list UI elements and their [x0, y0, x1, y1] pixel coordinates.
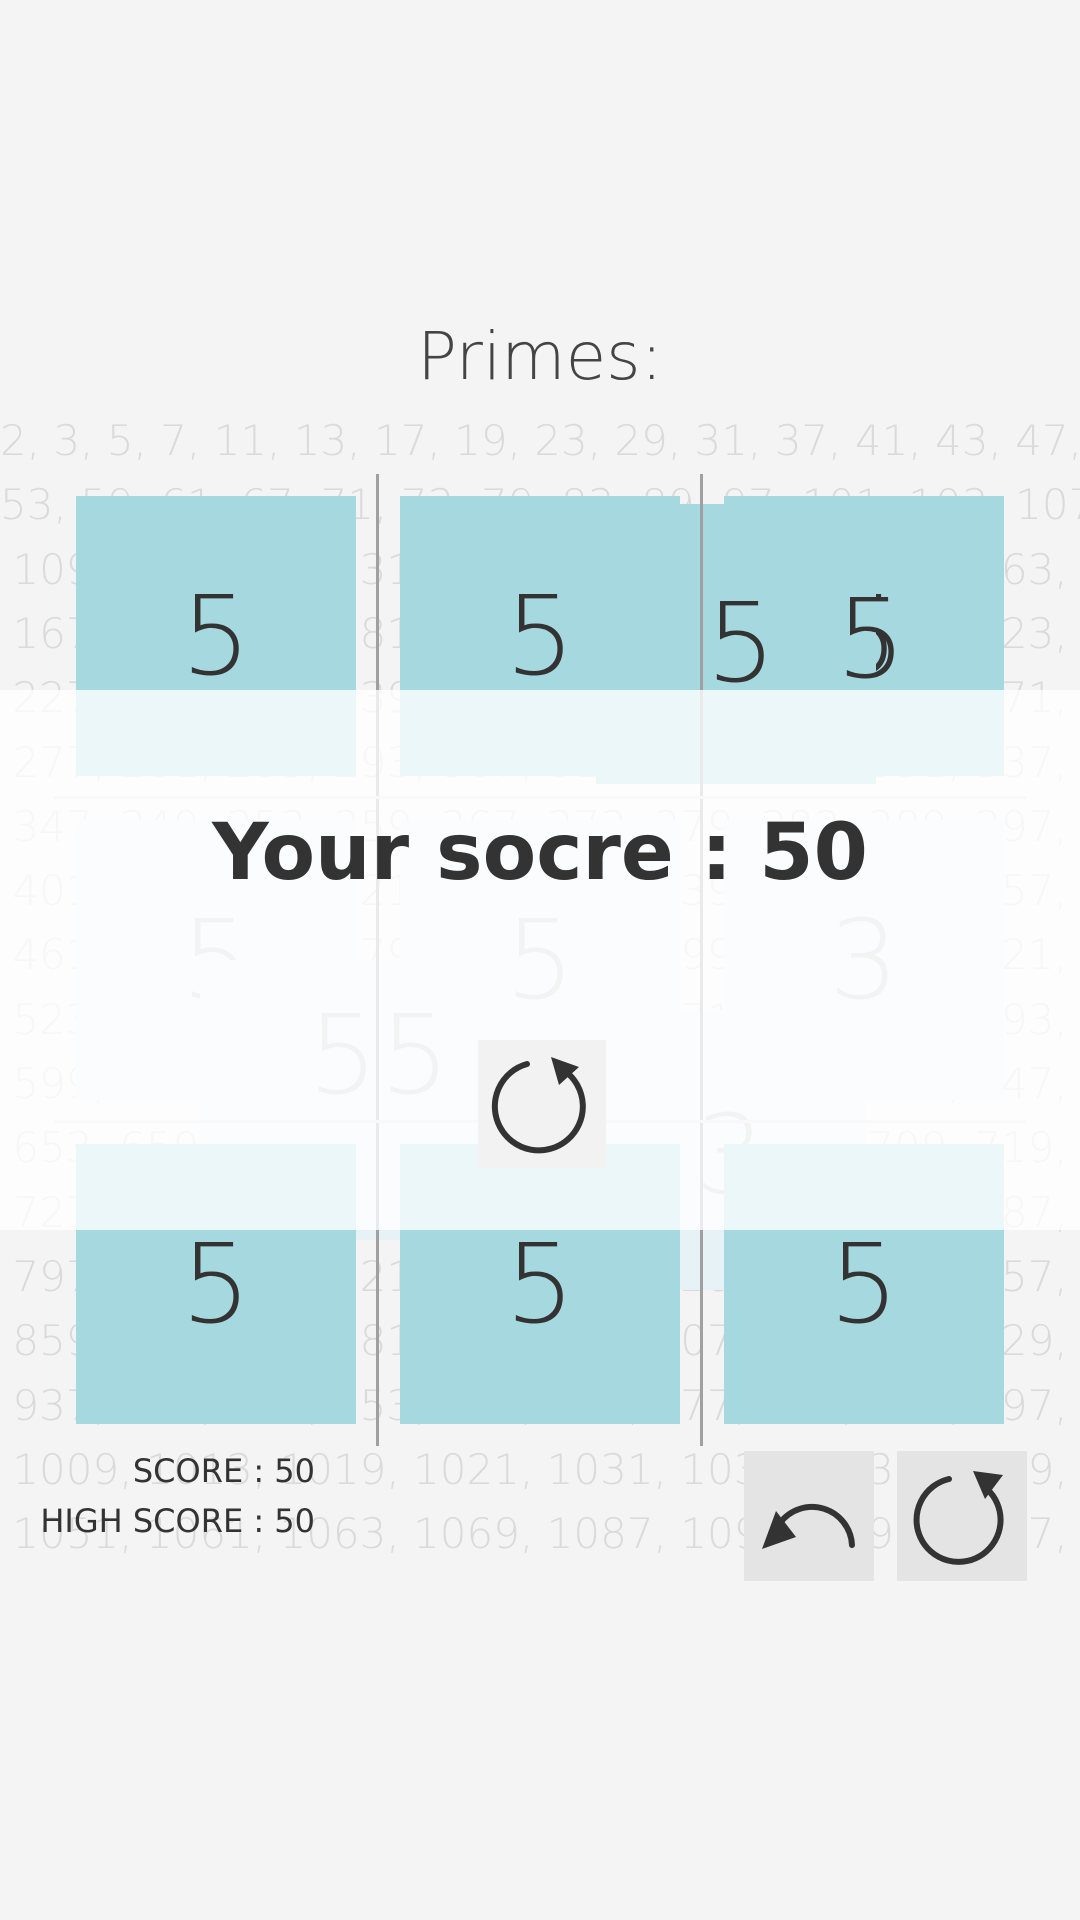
tile-value: 5 — [505, 572, 575, 700]
game-screen: 2, 3, 5, 7, 11, 13, 17, 19, 23, 29, 31, … — [0, 0, 1080, 1920]
restart-icon — [491, 1057, 586, 1154]
undo-button[interactable] — [744, 1451, 874, 1581]
tile-value-sliding-top: 5 — [706, 579, 776, 707]
redo-button[interactable] — [897, 1451, 1027, 1581]
tile-value: 5 — [181, 1220, 251, 1348]
prime-line: 2, 3, 5, 7, 11, 13, 17, 19, 23, 29, 31, … — [0, 416, 1080, 465]
final-score-text: Your socre : 50 — [212, 808, 868, 898]
page-title: Primes: — [417, 318, 663, 395]
tile-value: 5 — [505, 1220, 575, 1348]
high-score-label: HIGH SCORE : 50 — [40, 1502, 315, 1540]
tile-value: 5 — [829, 1220, 899, 1348]
redo-icon — [913, 1471, 1004, 1565]
score-label: SCORE : 50 — [132, 1452, 315, 1490]
undo-icon — [762, 1503, 855, 1549]
tile-value: 5 — [181, 572, 251, 700]
restart-button[interactable] — [478, 1040, 606, 1168]
tile-value-sliding-top-2: 5 — [836, 575, 906, 703]
